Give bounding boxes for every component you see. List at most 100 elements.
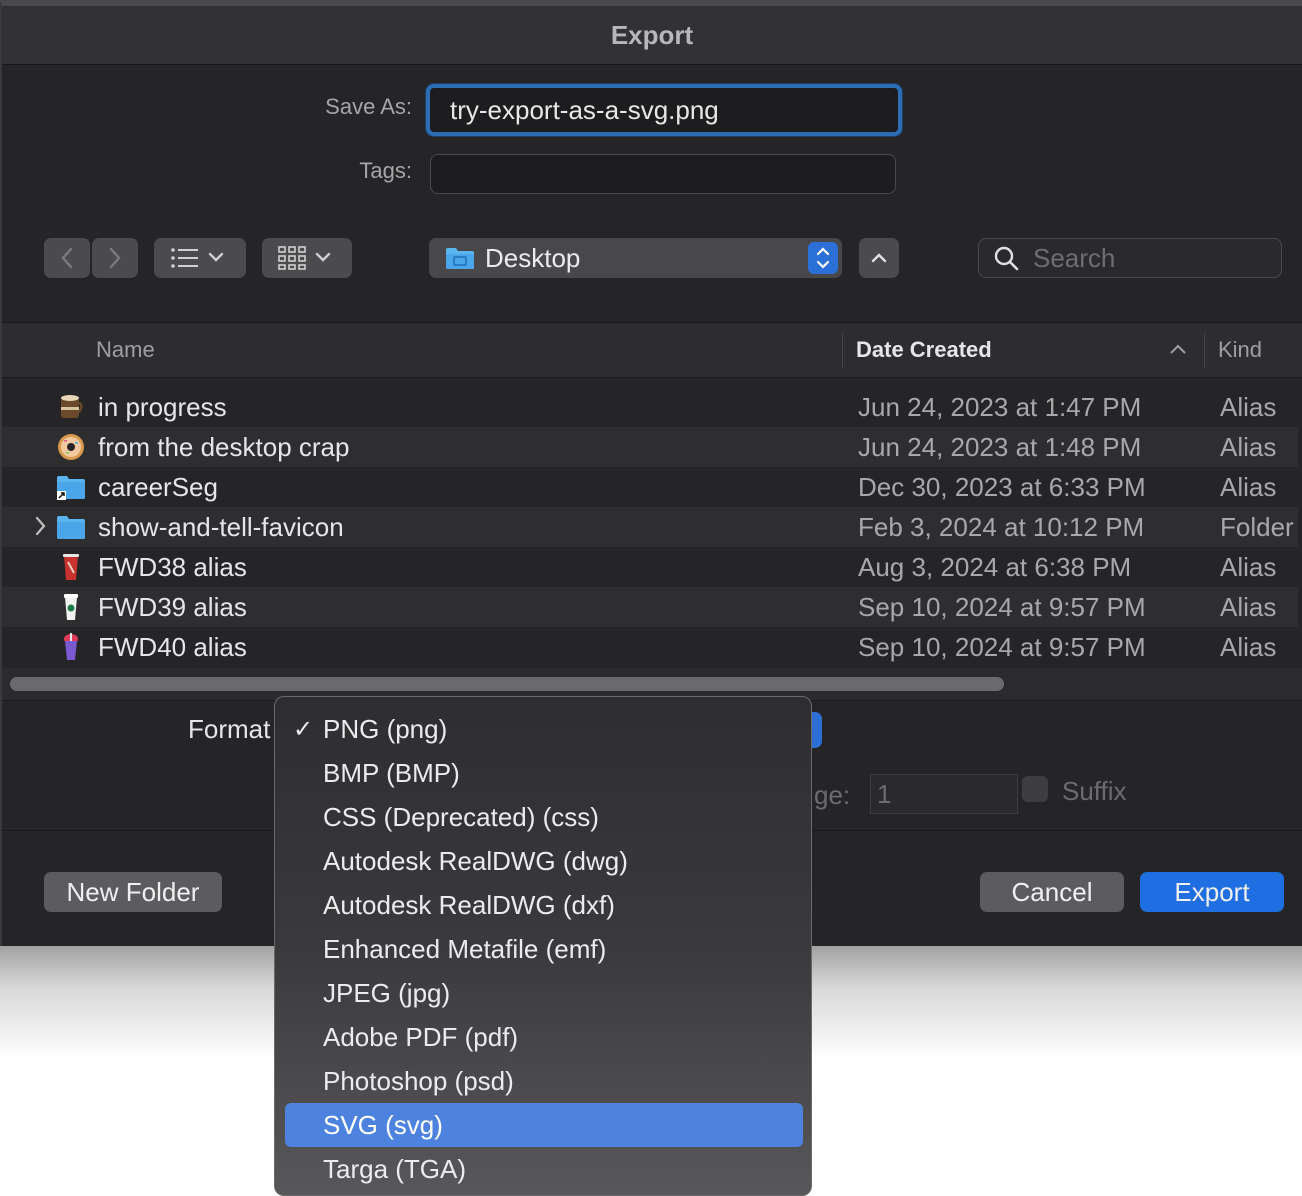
file-row[interactable]: FWD40 alias Sep 10, 2024 at 9:57 PM Alia…: [2, 627, 1298, 667]
icon-view-button[interactable]: [262, 238, 352, 278]
file-name: from the desktop crap: [98, 431, 350, 462]
file-date: Jun 24, 2023 at 1:48 PM: [858, 431, 1142, 462]
menu-item-css[interactable]: CSS (Deprecated) (css): [285, 795, 803, 839]
file-name: FWD38 alias: [98, 551, 247, 582]
menu-item-psd[interactable]: Photoshop (psd): [285, 1059, 803, 1103]
menu-item-pdf[interactable]: Adobe PDF (pdf): [285, 1015, 803, 1059]
scrollbar-thumb[interactable]: [10, 677, 1004, 691]
back-button[interactable]: [44, 238, 90, 278]
file-name: FWD39 alias: [98, 591, 247, 622]
file-row[interactable]: from the desktop crap Jun 24, 2023 at 1:…: [2, 427, 1298, 467]
file-date: Dec 30, 2023 at 6:33 PM: [858, 471, 1146, 502]
file-kind: Alias: [1220, 391, 1277, 422]
file-row[interactable]: in progress Jun 24, 2023 at 1:47 PM Alia…: [2, 387, 1298, 427]
column-date-created[interactable]: Date Created: [856, 337, 992, 363]
sort-ascending-icon: [1170, 344, 1186, 354]
search-field[interactable]: Search: [978, 238, 1282, 278]
menu-item-label: Photoshop (psd): [323, 1065, 514, 1096]
list-view-icon: [171, 248, 198, 268]
location-label: Desktop: [485, 242, 581, 273]
file-date: Sep 10, 2024 at 9:57 PM: [858, 631, 1146, 662]
list-view-button[interactable]: [154, 238, 246, 278]
donut-icon: [58, 434, 84, 460]
updown-chevron-icon: [816, 247, 830, 269]
menu-item-jpg[interactable]: JPEG (jpg): [285, 971, 803, 1015]
file-kind: Alias: [1220, 471, 1277, 502]
file-kind: Alias: [1220, 551, 1277, 582]
chevron-down-icon: [315, 252, 331, 262]
export-button[interactable]: Export: [1140, 872, 1284, 912]
column-name[interactable]: Name: [96, 337, 155, 363]
file-kind: Alias: [1220, 631, 1277, 662]
file-date: Sep 10, 2024 at 9:57 PM: [858, 591, 1146, 622]
menu-item-label: BMP (BMP): [323, 757, 460, 788]
checkmark-icon: ✓: [293, 715, 314, 743]
save-as-field[interactable]: try-export-as-a-svg.png: [426, 84, 902, 136]
cancel-button[interactable]: Cancel: [980, 872, 1124, 912]
file-list-header: Name Date Created Kind: [2, 322, 1302, 378]
menu-item-emf[interactable]: Enhanced Metafile (emf): [285, 927, 803, 971]
menu-item-label: PNG (png): [323, 713, 448, 744]
new-folder-button[interactable]: New Folder: [44, 872, 222, 912]
suffix-label: Suffix: [1062, 776, 1127, 806]
file-row[interactable]: careerSeg Dec 30, 2023 at 6:33 PM Alias: [2, 467, 1298, 507]
search-placeholder: Search: [1033, 242, 1116, 273]
desktop-folder-icon: [446, 248, 474, 269]
menu-item-bmp[interactable]: BMP (BMP): [285, 751, 803, 795]
file-kind: Folder: [1220, 511, 1294, 542]
file-name: in progress: [98, 391, 227, 422]
file-name: FWD40 alias: [98, 631, 247, 662]
folder-icon: [57, 516, 85, 539]
format-menu: ✓ PNG (png) BMP (BMP) CSS (Deprecated) (…: [274, 696, 812, 1196]
page-field[interactable]: 1: [870, 774, 1018, 814]
chevron-up-icon: [871, 253, 887, 263]
file-date: Feb 3, 2024 at 10:12 PM: [858, 511, 1145, 542]
location-stepper: [808, 242, 838, 274]
chevron-down-icon: [208, 252, 224, 262]
menu-item-svg[interactable]: SVG (svg): [285, 1103, 803, 1147]
slush-cup-icon: [64, 633, 78, 660]
file-row[interactable]: FWD38 alias Aug 3, 2024 at 6:38 PM Alias: [2, 547, 1298, 587]
menu-item-dwg[interactable]: Autodesk RealDWG (dwg): [285, 839, 803, 883]
file-list: in progress Jun 24, 2023 at 1:47 PM Alia…: [2, 387, 1298, 667]
collapse-button[interactable]: [859, 238, 899, 278]
file-name: show-and-tell-favicon: [98, 511, 344, 542]
file-row[interactable]: show-and-tell-favicon Feb 3, 2024 at 10:…: [2, 507, 1298, 547]
forward-button[interactable]: [92, 238, 138, 278]
grid-view-icon: [278, 246, 306, 270]
menu-item-tga[interactable]: Targa (TGA): [285, 1147, 803, 1191]
menu-item-png[interactable]: ✓ PNG (png): [285, 707, 803, 751]
location-popup[interactable]: Desktop: [429, 238, 842, 278]
menu-item-label: Autodesk RealDWG (dwg): [323, 845, 628, 876]
window-title: Export: [2, 6, 1302, 65]
mug-icon: [61, 395, 83, 418]
tags-label: Tags:: [359, 158, 412, 183]
red-cup-icon: [63, 554, 79, 580]
suffix-checkbox[interactable]: [1022, 776, 1048, 802]
file-kind: Alias: [1220, 591, 1277, 622]
file-row[interactable]: FWD39 alias Sep 10, 2024 at 9:57 PM Alia…: [2, 587, 1298, 627]
white-cup-icon: [64, 594, 78, 620]
column-divider: [1204, 333, 1205, 369]
file-date: Jun 24, 2023 at 1:47 PM: [858, 391, 1142, 422]
folder-alias-icon: [57, 476, 85, 500]
menu-item-label: Adobe PDF (pdf): [323, 1021, 519, 1052]
tags-field[interactable]: [430, 154, 896, 194]
menu-item-label: Enhanced Metafile (emf): [323, 933, 607, 964]
file-date: Aug 3, 2024 at 6:38 PM: [858, 551, 1132, 582]
menu-item-label: CSS (Deprecated) (css): [323, 801, 599, 832]
page-label: ge:: [814, 780, 851, 810]
disclosure-triangle-icon[interactable]: [34, 515, 48, 537]
search-icon: [994, 246, 1019, 271]
menu-item-label: Autodesk RealDWG (dxf): [323, 889, 615, 920]
chevron-left-icon: [61, 247, 73, 269]
column-divider: [842, 333, 843, 369]
file-kind: Alias: [1220, 431, 1277, 462]
chevron-right-icon: [109, 247, 121, 269]
column-kind[interactable]: Kind: [1218, 337, 1262, 363]
save-as-label: Save As:: [325, 94, 412, 119]
menu-item-dxf[interactable]: Autodesk RealDWG (dxf): [285, 883, 803, 927]
file-name: careerSeg: [98, 471, 218, 502]
menu-item-label: JPEG (jpg): [323, 977, 451, 1008]
menu-item-label: SVG (svg): [323, 1109, 443, 1140]
